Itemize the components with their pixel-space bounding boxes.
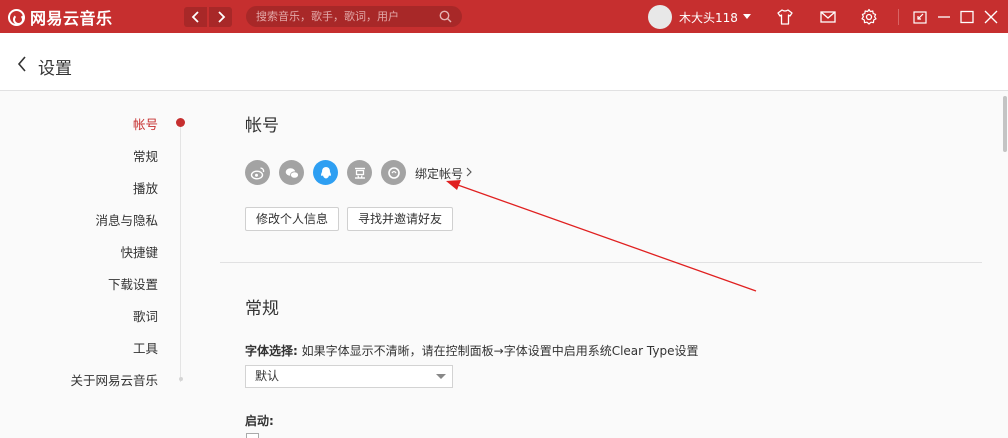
avatar[interactable] bbox=[648, 5, 672, 29]
font-label: 字体选择: bbox=[245, 344, 298, 358]
wechat-icon[interactable] bbox=[279, 160, 304, 185]
user-menu-caret-icon[interactable] bbox=[743, 14, 751, 19]
chevron-right-icon[interactable] bbox=[466, 167, 472, 177]
active-dot-icon bbox=[176, 118, 185, 127]
app-name: 网易云音乐 bbox=[30, 9, 113, 28]
timeline-end-dot-icon bbox=[179, 377, 183, 381]
startup-checkbox[interactable] bbox=[246, 433, 259, 438]
mini-mode-icon[interactable] bbox=[911, 8, 929, 26]
douban-icon[interactable] bbox=[347, 160, 372, 185]
find-friends-button[interactable]: 寻找并邀请好友 bbox=[347, 207, 454, 231]
forward-button[interactable] bbox=[209, 7, 232, 27]
sidebar-item-general[interactable]: 常规 bbox=[133, 146, 158, 165]
skin-tshirt-icon[interactable] bbox=[776, 8, 794, 26]
settings-sidebar: 帐号 常规 播放 消息与隐私 快捷键 下载设置 歌词 工具 关于网易云音乐 bbox=[0, 92, 200, 438]
page-title: 设置 bbox=[38, 59, 72, 79]
edit-profile-button[interactable]: 修改个人信息 bbox=[245, 207, 340, 231]
maximize-icon[interactable] bbox=[958, 8, 976, 26]
general-section-title: 常规 bbox=[245, 299, 279, 319]
settings-header: 设置 bbox=[0, 33, 1008, 91]
chevron-right-icon bbox=[217, 11, 225, 23]
sidebar-item-about[interactable]: 关于网易云音乐 bbox=[70, 370, 158, 389]
app-logo[interactable]: 网易云音乐 bbox=[8, 6, 113, 28]
sidebar-item-account[interactable]: 帐号 bbox=[133, 114, 158, 133]
sidebar-item-lyrics[interactable]: 歌词 bbox=[133, 306, 158, 325]
scrollbar-thumb[interactable] bbox=[1003, 96, 1007, 152]
font-hint: 如果字体显示不清晰，请在控制面板→字体设置中启用系统Clear Type设置 bbox=[301, 344, 699, 358]
username[interactable]: 木大头118 bbox=[679, 9, 738, 26]
section-divider bbox=[220, 262, 982, 263]
account-section-title: 帐号 bbox=[245, 116, 279, 136]
startup-label: 启动: bbox=[245, 414, 274, 428]
sidebar-item-download[interactable]: 下载设置 bbox=[108, 274, 158, 293]
title-bar: 网易云音乐 木大头118 bbox=[0, 0, 1008, 33]
chevron-down-icon[interactable] bbox=[436, 374, 446, 379]
sidebar-item-shortcuts[interactable]: 快捷键 bbox=[120, 242, 158, 261]
search-icon[interactable] bbox=[439, 10, 452, 23]
yixin-icon[interactable] bbox=[381, 160, 406, 185]
sidebar-item-playback[interactable]: 播放 bbox=[133, 178, 158, 197]
qq-icon[interactable] bbox=[313, 160, 338, 185]
sidebar-item-messages-privacy[interactable]: 消息与隐私 bbox=[95, 210, 158, 229]
titlebar-divider bbox=[898, 9, 899, 25]
sidebar-timeline bbox=[180, 122, 181, 382]
chevron-left-icon bbox=[191, 11, 199, 23]
minimize-icon[interactable] bbox=[935, 8, 953, 26]
mail-icon[interactable] bbox=[819, 8, 837, 26]
bind-account-link[interactable]: 绑定帐号 bbox=[415, 165, 463, 182]
back-arrow-icon[interactable] bbox=[17, 56, 27, 72]
gear-icon[interactable] bbox=[860, 8, 878, 26]
netease-music-logo-icon bbox=[8, 8, 25, 26]
search-input[interactable] bbox=[246, 6, 462, 27]
sidebar-item-tools[interactable]: 工具 bbox=[133, 338, 158, 357]
font-select[interactable]: 默认 bbox=[245, 365, 453, 388]
font-setting-label: 字体选择: 如果字体显示不清晰，请在控制面板→字体设置中启用系统Clear Ty… bbox=[245, 342, 698, 359]
back-button[interactable] bbox=[184, 7, 207, 27]
close-icon[interactable] bbox=[982, 8, 1000, 26]
weibo-icon[interactable] bbox=[245, 160, 270, 185]
